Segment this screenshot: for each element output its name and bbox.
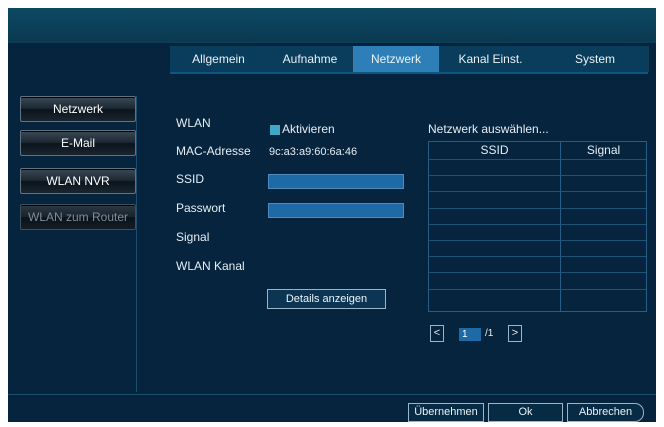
signal-label: Signal	[176, 230, 210, 244]
mac-address-label: MAC-Adresse	[176, 144, 251, 158]
wlan-label: WLAN	[176, 116, 211, 130]
sidebar-item-email[interactable]: E-Mail	[20, 130, 136, 156]
table-row-line	[429, 159, 646, 160]
table-row-line	[429, 240, 646, 241]
ssid-input[interactable]	[268, 174, 404, 189]
table-column-divider	[560, 142, 561, 311]
next-page-button[interactable]: >	[508, 325, 522, 342]
prev-page-button[interactable]: <	[430, 325, 444, 342]
sidebar-item-netzwerk[interactable]: Netzwerk	[20, 96, 136, 122]
tab-aufnahme[interactable]: Aufnahme	[268, 46, 353, 72]
sidebar-item-wlan-zum-router[interactable]: WLAN zum Router	[20, 204, 136, 230]
mac-address-value: 9c:a3:a9:60:6a:46	[269, 146, 358, 158]
sidebar-item-wlan-nvr[interactable]: WLAN NVR	[20, 168, 136, 194]
panel-divider	[136, 96, 137, 392]
column-header-signal: Signal	[586, 143, 621, 157]
table-row-line	[429, 208, 646, 209]
tab-underline	[170, 72, 648, 74]
page-number-input[interactable]: 1	[459, 328, 481, 341]
footer-divider	[8, 394, 656, 395]
table-row-line	[429, 191, 646, 192]
network-table[interactable]: SSID Signal	[428, 141, 647, 312]
tab-allgemein[interactable]: Allgemein	[170, 46, 268, 72]
table-row-line	[429, 289, 646, 290]
wlan-channel-label: WLAN Kanal	[176, 259, 245, 273]
title-bar	[8, 8, 656, 41]
network-select-title: Netzwerk auswählen...	[428, 122, 549, 136]
password-label: Passwort	[176, 201, 226, 215]
cancel-button[interactable]: Abbrechen	[567, 403, 644, 422]
ok-button[interactable]: Ok	[488, 403, 563, 422]
title-divider	[8, 41, 656, 43]
table-row-line	[429, 224, 646, 225]
ssid-label: SSID	[176, 172, 205, 186]
tab-system[interactable]: System	[542, 46, 649, 72]
apply-button[interactable]: Übernehmen	[408, 403, 484, 422]
column-header-ssid: SSID	[480, 143, 509, 157]
table-row-line	[429, 272, 646, 273]
dvr-settings-screen: Allgemein Aufnahme Netzwerk Kanal Einst.…	[8, 8, 656, 422]
tab-kanal-einst[interactable]: Kanal Einst.	[440, 46, 542, 72]
table-row-line	[429, 175, 646, 176]
wlan-activate-checkbox[interactable]	[270, 125, 280, 135]
tab-netzwerk[interactable]: Netzwerk	[353, 46, 440, 72]
activate-label: Aktivieren	[282, 122, 335, 136]
password-input[interactable]	[268, 203, 404, 218]
table-row-line	[429, 256, 646, 257]
details-button[interactable]: Details anzeigen	[267, 289, 386, 309]
page-total: /1	[485, 328, 494, 339]
